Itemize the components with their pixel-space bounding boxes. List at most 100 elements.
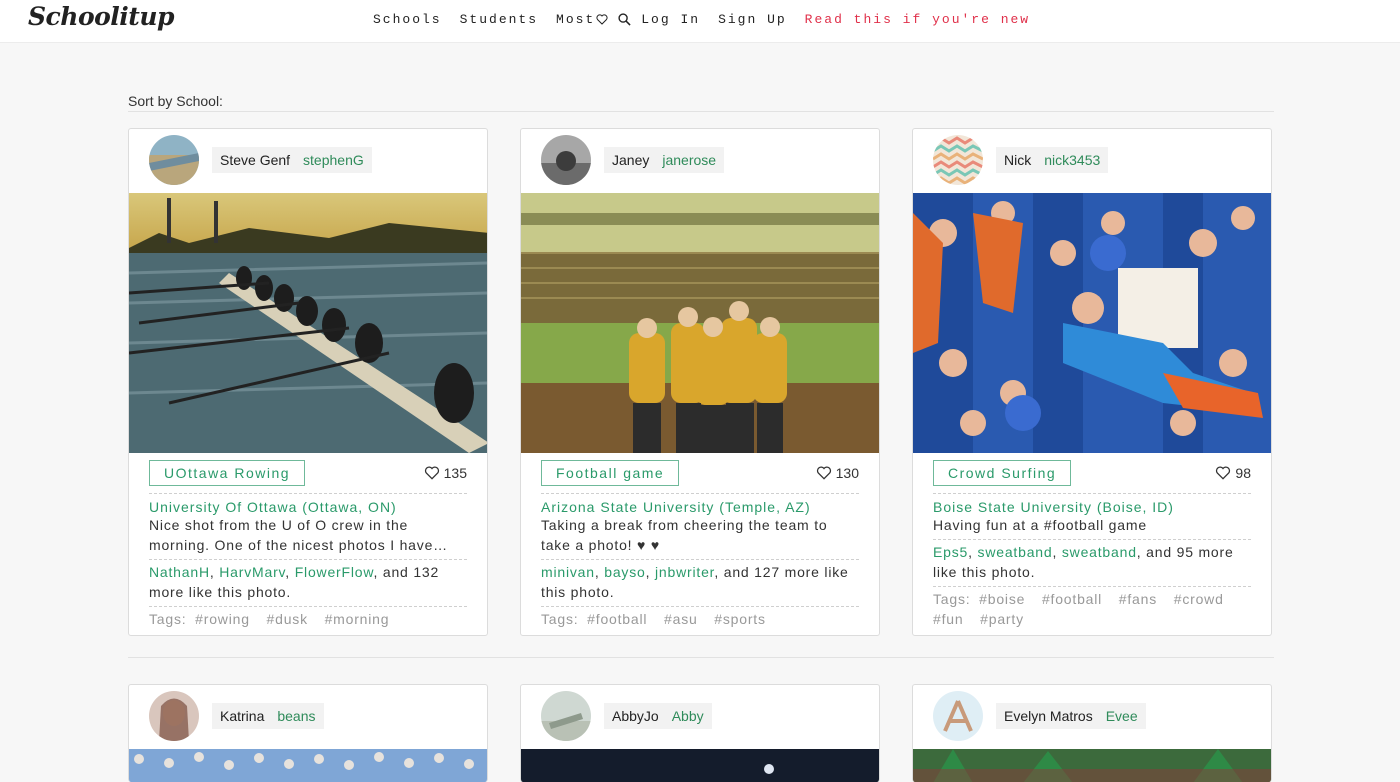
divider xyxy=(933,539,1251,540)
nav-login[interactable]: Log In xyxy=(641,12,700,27)
avatar[interactable] xyxy=(933,691,983,741)
post-photo[interactable] xyxy=(521,749,880,782)
photo-card: Janey janerose Football game 130 Arizona… xyxy=(520,128,880,636)
post-description: Taking a break from cheering the team to… xyxy=(541,517,828,553)
heart-icon xyxy=(1216,466,1231,480)
liker-separator: , xyxy=(1052,544,1058,560)
liker-link[interactable]: minivan xyxy=(541,564,595,580)
search-button[interactable] xyxy=(618,13,631,26)
row-divider xyxy=(128,657,1274,658)
tags-line: Tags: #football #asu #sports xyxy=(541,609,859,629)
tag-link[interactable]: #morning xyxy=(325,611,390,627)
school-link[interactable]: Boise State University (Boise, ID) xyxy=(933,499,1251,515)
avatar[interactable] xyxy=(541,691,591,741)
post-photo[interactable] xyxy=(913,749,1272,782)
liker-link[interactable]: HarvMarv xyxy=(219,564,285,580)
tag-link[interactable]: #dusk xyxy=(267,611,308,627)
tag-link[interactable]: #fans xyxy=(1119,591,1157,607)
author-pill: AbbyJo Abby xyxy=(604,703,712,729)
liker-link[interactable]: bayso xyxy=(604,564,645,580)
search-icon xyxy=(618,13,631,26)
post-photo[interactable] xyxy=(913,193,1272,453)
site-logo[interactable]: Schoolitup xyxy=(28,2,175,31)
author-username[interactable]: nick3453 xyxy=(1044,152,1100,168)
liker-link[interactable]: sweatband xyxy=(1062,544,1137,560)
caption-badge[interactable]: Crowd Surfing xyxy=(933,459,1072,486)
school-link[interactable]: University Of Ottawa (Ottawa, ON) xyxy=(149,499,467,515)
like-count-value: 130 xyxy=(835,464,859,481)
divider xyxy=(149,559,467,560)
author-name[interactable]: Evelyn Matros xyxy=(1004,708,1093,724)
avatar[interactable] xyxy=(933,135,983,185)
liker-link[interactable]: jnbwriter xyxy=(655,564,714,580)
heart-icon xyxy=(816,466,831,480)
likers-line: Eps5, sweatband, sweatband, and 95 more … xyxy=(933,542,1251,582)
card-header: Evelyn Matros Evee xyxy=(913,685,1271,749)
likers-line: NathanH, HarvMarv, FlowerFlow, and 132 m… xyxy=(149,562,467,602)
tag-link[interactable]: #boise xyxy=(979,591,1025,607)
card-header: Janey janerose xyxy=(521,129,879,193)
photo-card: AbbyJo Abby xyxy=(520,684,880,782)
author-pill: Nick nick3453 xyxy=(996,147,1109,173)
author-username[interactable]: Abby xyxy=(672,708,704,724)
author-pill: Steve Genf stephenG xyxy=(212,147,372,173)
author-username[interactable]: Evee xyxy=(1106,708,1138,724)
liker-link[interactable]: Eps5 xyxy=(933,544,968,560)
post-photo[interactable] xyxy=(521,193,880,453)
author-name[interactable]: Katrina xyxy=(220,708,264,724)
avatar[interactable] xyxy=(149,135,199,185)
liker-separator: , xyxy=(209,564,215,580)
caption-badge[interactable]: UOttawa Rowing xyxy=(149,459,306,486)
school-link[interactable]: Arizona State University (Temple, AZ) xyxy=(541,499,859,515)
liker-link[interactable]: NathanH xyxy=(149,564,210,580)
tag-link[interactable]: #party xyxy=(980,611,1024,627)
tag-link[interactable]: #football xyxy=(587,611,647,627)
avatar[interactable] xyxy=(149,691,199,741)
tag-link[interactable]: #rowing xyxy=(195,611,250,627)
tags-label: Tags: xyxy=(541,611,579,627)
tag-link[interactable]: #fun xyxy=(933,611,963,627)
author-pill: Janey janerose xyxy=(604,147,725,173)
nav-schools[interactable]: Schools xyxy=(373,12,442,27)
nav-signup[interactable]: Sign Up xyxy=(718,12,787,27)
like-count-value: 135 xyxy=(443,464,467,481)
divider xyxy=(541,606,859,607)
like-count[interactable]: 135 xyxy=(424,465,467,481)
avatar[interactable] xyxy=(541,135,591,185)
section-title: Sort by School: xyxy=(128,93,223,109)
post-description: Having fun at a #football game xyxy=(933,517,1147,533)
likers-line: minivan, bayso, jnbwriter, and 127 more … xyxy=(541,562,859,602)
post-photo[interactable] xyxy=(129,749,488,782)
like-count-value: 98 xyxy=(1235,464,1251,481)
card-header: AbbyJo Abby xyxy=(521,685,879,749)
heart-icon xyxy=(424,466,439,480)
author-username[interactable]: janerose xyxy=(662,152,716,168)
tags-label: Tags: xyxy=(933,591,971,607)
author-username[interactable]: beans xyxy=(277,708,315,724)
author-name[interactable]: Janey xyxy=(612,152,649,168)
post-photo[interactable] xyxy=(129,193,488,453)
nav-students[interactable]: Students xyxy=(460,12,538,27)
top-bar: Schoolitup Schools Students Most Log In … xyxy=(0,0,1400,43)
author-name[interactable]: Nick xyxy=(1004,152,1031,168)
author-name[interactable]: Steve Genf xyxy=(220,152,290,168)
section-divider xyxy=(128,111,1274,112)
card-header: Katrina beans xyxy=(129,685,487,749)
liker-link[interactable]: FlowerFlow xyxy=(295,564,374,580)
divider xyxy=(541,493,859,494)
card-header: Steve Genf stephenG xyxy=(129,129,487,193)
tag-link[interactable]: #asu xyxy=(664,611,698,627)
caption-badge[interactable]: Football game xyxy=(541,459,680,486)
tag-link[interactable]: #football xyxy=(1042,591,1102,607)
liker-link[interactable]: sweatband xyxy=(978,544,1053,560)
nav-most[interactable]: Most xyxy=(556,12,608,27)
like-count[interactable]: 130 xyxy=(816,465,859,481)
nav-new-users[interactable]: Read this if you're new xyxy=(805,12,1030,27)
tag-link[interactable]: #crowd xyxy=(1174,591,1224,607)
card-header: Nick nick3453 xyxy=(913,129,1271,193)
post-description: Nice shot from the U of O crew in the mo… xyxy=(149,515,467,555)
author-username[interactable]: stephenG xyxy=(303,152,364,168)
author-name[interactable]: AbbyJo xyxy=(612,708,659,724)
tag-link[interactable]: #sports xyxy=(714,611,766,627)
like-count[interactable]: 98 xyxy=(1215,465,1251,481)
